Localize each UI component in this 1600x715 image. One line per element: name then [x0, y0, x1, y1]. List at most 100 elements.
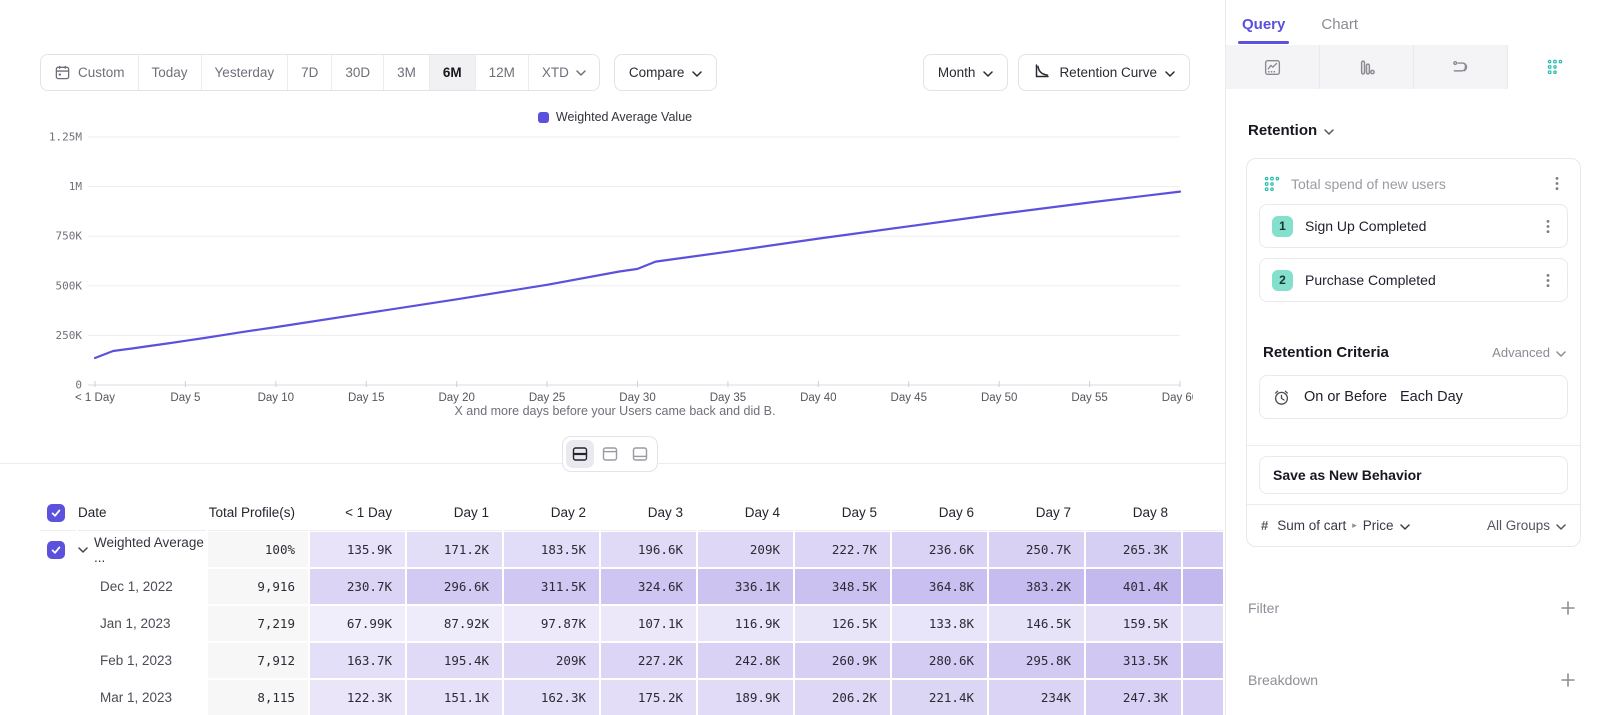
retention-value-cell[interactable]: 183.5K [504, 532, 599, 567]
retention-value-cell[interactable]: 265.3K [1086, 532, 1181, 567]
chart-type-insights-tab[interactable] [1226, 45, 1320, 89]
total-profiles-cell[interactable]: 100% [208, 532, 308, 567]
retention-value-cell[interactable]: 195.4K [407, 643, 502, 678]
retention-value-cell[interactable]: 151.1K [407, 680, 502, 715]
retention-value-cell[interactable]: 171.2K [407, 532, 502, 567]
retention-value-cell[interactable]: 116.9K [698, 606, 793, 641]
behavior-title[interactable]: Total spend of new users [1291, 176, 1538, 192]
retention-value-cell-clipped[interactable] [1183, 532, 1223, 567]
timing-condition[interactable]: On or Before [1304, 389, 1387, 405]
total-profiles-cell[interactable]: 7,912 [208, 643, 308, 678]
save-behavior-button[interactable]: Save as New Behavior [1259, 456, 1568, 494]
behavior-step-1[interactable]: 1Sign Up Completed [1259, 204, 1568, 248]
row-checkbox-cell[interactable] [40, 532, 76, 567]
retention-section-heading[interactable]: Retention [1248, 122, 1334, 139]
timing-card[interactable]: On or Before Each Day [1259, 375, 1568, 419]
range-custom[interactable]: Custom [41, 55, 138, 90]
layout-chart-only-button[interactable] [596, 440, 624, 468]
retention-value-cell[interactable]: 87.92K [407, 606, 502, 641]
retention-value-cell[interactable]: 107.1K [601, 606, 696, 641]
retention-value-cell-clipped[interactable] [1183, 680, 1223, 715]
tab-query[interactable]: Query [1242, 16, 1285, 33]
retention-value-cell[interactable]: 209K [504, 643, 599, 678]
layout-split-view-button[interactable] [566, 440, 594, 468]
range-6m[interactable]: 6M [429, 55, 475, 90]
range-3m[interactable]: 3M [383, 55, 429, 90]
behavior-menu-button[interactable] [1548, 173, 1566, 194]
retention-value-cell[interactable]: 230.7K [310, 569, 405, 604]
retention-value-cell[interactable]: 146.5K [989, 606, 1084, 641]
retention-value-cell[interactable]: 209K [698, 532, 793, 567]
retention-value-cell[interactable]: 206.2K [795, 680, 890, 715]
timing-window[interactable]: Each Day [1400, 389, 1463, 405]
tab-chart[interactable]: Chart [1321, 16, 1358, 33]
retention-value-cell[interactable]: 401.4K [1086, 569, 1181, 604]
retention-value-cell-clipped[interactable] [1183, 643, 1223, 678]
layout-table-only-button[interactable] [626, 440, 654, 468]
range-today[interactable]: Today [138, 55, 201, 90]
retention-value-cell-clipped[interactable] [1183, 606, 1223, 641]
retention-value-cell[interactable]: 250.7K [989, 532, 1084, 567]
measure-property-dropdown[interactable]: Sum of cart ▸ Price [1277, 518, 1478, 533]
add-breakdown-button[interactable] [1558, 670, 1578, 690]
retention-value-cell[interactable]: 135.9K [310, 532, 405, 567]
retention-value-cell[interactable]: 196.6K [601, 532, 696, 567]
retention-value-cell[interactable]: 222.7K [795, 532, 890, 567]
retention-value-cell[interactable]: 336.1K [698, 569, 793, 604]
checkbox-checked[interactable] [47, 504, 65, 522]
chart-legend[interactable]: Weighted Average Value [40, 110, 1190, 124]
retention-value-cell-clipped[interactable] [1183, 569, 1223, 604]
retention-value-cell[interactable]: 234K [989, 680, 1084, 715]
retention-value-cell[interactable]: 221.4K [892, 680, 987, 715]
retention-value-cell[interactable]: 126.5K [795, 606, 890, 641]
range-30d[interactable]: 30D [331, 55, 383, 90]
retention-value-cell[interactable]: 364.8K [892, 569, 987, 604]
checkbox-checked[interactable] [47, 541, 65, 559]
chart-style-button[interactable]: Retention Curve [1018, 54, 1190, 91]
chart-type-funnels-tab[interactable] [1320, 45, 1414, 89]
retention-line-chart[interactable]: 0250K500K750K1M1.25M< 1 DayDay 5Day 10Da… [38, 127, 1193, 407]
chevron-down-icon [692, 65, 702, 80]
retention-value-cell[interactable]: 159.5K [1086, 606, 1181, 641]
retention-value-cell[interactable]: 313.5K [1086, 643, 1181, 678]
retention-value-cell[interactable]: 324.6K [601, 569, 696, 604]
step-menu-button[interactable] [1539, 216, 1557, 237]
range-7d[interactable]: 7D [287, 55, 331, 90]
groups-dropdown[interactable]: All Groups [1487, 518, 1566, 533]
range-xtd[interactable]: XTD [528, 55, 599, 90]
retention-value-cell[interactable]: 242.8K [698, 643, 793, 678]
retention-value-cell[interactable]: 122.3K [310, 680, 405, 715]
step-menu-button[interactable] [1539, 270, 1557, 291]
range-12m[interactable]: 12M [475, 55, 528, 90]
retention-value-cell[interactable]: 175.2K [601, 680, 696, 715]
retention-value-cell[interactable]: 227.2K [601, 643, 696, 678]
retention-value-cell[interactable]: 348.5K [795, 569, 890, 604]
retention-value-cell[interactable]: 280.6K [892, 643, 987, 678]
total-profiles-cell[interactable]: 9,916 [208, 569, 308, 604]
chart-type-flows-tab[interactable] [1414, 45, 1508, 89]
retention-value-cell[interactable]: 162.3K [504, 680, 599, 715]
behavior-step-2[interactable]: 2Purchase Completed [1259, 258, 1568, 302]
total-profiles-cell[interactable]: 8,115 [208, 680, 308, 715]
retention-value-cell[interactable]: 189.9K [698, 680, 793, 715]
compare-button[interactable]: Compare [614, 54, 718, 91]
add-filter-button[interactable] [1558, 598, 1578, 618]
chevron-down-icon[interactable] [78, 547, 88, 553]
retention-value-cell[interactable]: 67.99K [310, 606, 405, 641]
retention-value-cell[interactable]: 133.8K [892, 606, 987, 641]
retention-value-cell[interactable]: 260.9K [795, 643, 890, 678]
chart-type-retention-tab[interactable] [1508, 45, 1600, 89]
range-yesterday[interactable]: Yesterday [201, 55, 288, 90]
retention-value-cell[interactable]: 383.2K [989, 569, 1084, 604]
svg-text:Day 40: Day 40 [800, 392, 836, 404]
retention-value-cell[interactable]: 247.3K [1086, 680, 1181, 715]
retention-value-cell[interactable]: 311.5K [504, 569, 599, 604]
granularity-button[interactable]: Month [923, 54, 1009, 91]
retention-value-cell[interactable]: 163.7K [310, 643, 405, 678]
retention-value-cell[interactable]: 97.87K [504, 606, 599, 641]
criteria-mode-dropdown[interactable]: Advanced [1492, 345, 1566, 360]
retention-value-cell[interactable]: 296.6K [407, 569, 502, 604]
total-profiles-cell[interactable]: 7,219 [208, 606, 308, 641]
retention-value-cell[interactable]: 236.6K [892, 532, 987, 567]
retention-value-cell[interactable]: 295.8K [989, 643, 1084, 678]
